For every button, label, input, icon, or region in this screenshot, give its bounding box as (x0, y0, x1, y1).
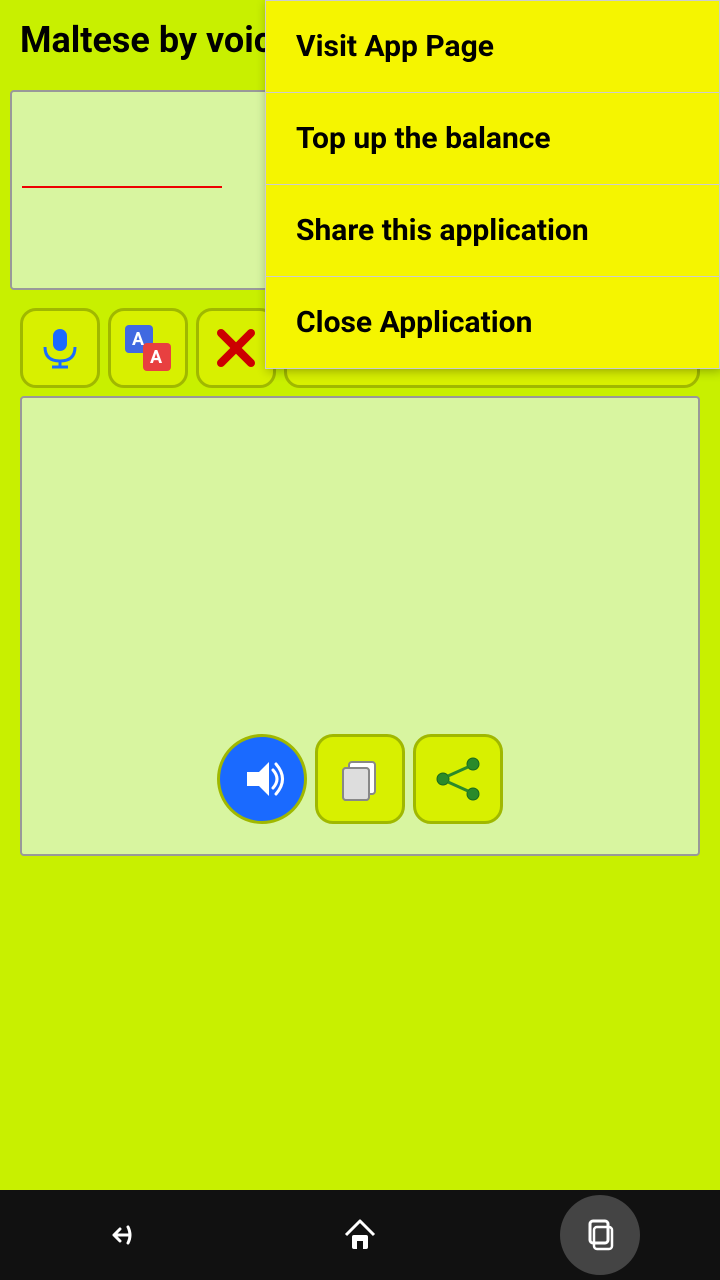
mic-icon (37, 325, 83, 371)
recents-icon (580, 1215, 620, 1255)
speaker-button[interactable] (217, 734, 307, 824)
back-icon (100, 1215, 140, 1255)
menu-item-share-application[interactable]: Share this application (266, 185, 719, 277)
back-button[interactable] (80, 1195, 160, 1275)
bottom-row (207, 724, 513, 834)
share-button[interactable] (413, 734, 503, 824)
share-icon (433, 754, 483, 804)
home-icon (340, 1215, 380, 1255)
copy-button[interactable] (315, 734, 405, 824)
translate-icon: A A (123, 323, 173, 373)
input-underline (22, 186, 222, 188)
svg-text:A: A (150, 347, 163, 368)
recents-button[interactable] (560, 1195, 640, 1275)
translate-button[interactable]: A A (108, 308, 188, 388)
menu-item-visit-app-page[interactable]: Visit App Page (266, 1, 719, 93)
mic-button[interactable] (20, 308, 100, 388)
speaker-icon (237, 754, 287, 804)
app-title: Maltese by voic (20, 19, 273, 61)
clear-button[interactable] (196, 308, 276, 388)
nav-bar (0, 1190, 720, 1280)
translation-panel (20, 396, 700, 856)
menu-item-close-application[interactable]: Close Application (266, 277, 719, 368)
copy-icon (335, 754, 385, 804)
dropdown-menu: Visit App Page Top up the balance Share … (265, 0, 720, 369)
menu-item-top-up-balance[interactable]: Top up the balance (266, 93, 719, 185)
home-button[interactable] (320, 1195, 400, 1275)
close-x-icon (211, 323, 261, 373)
